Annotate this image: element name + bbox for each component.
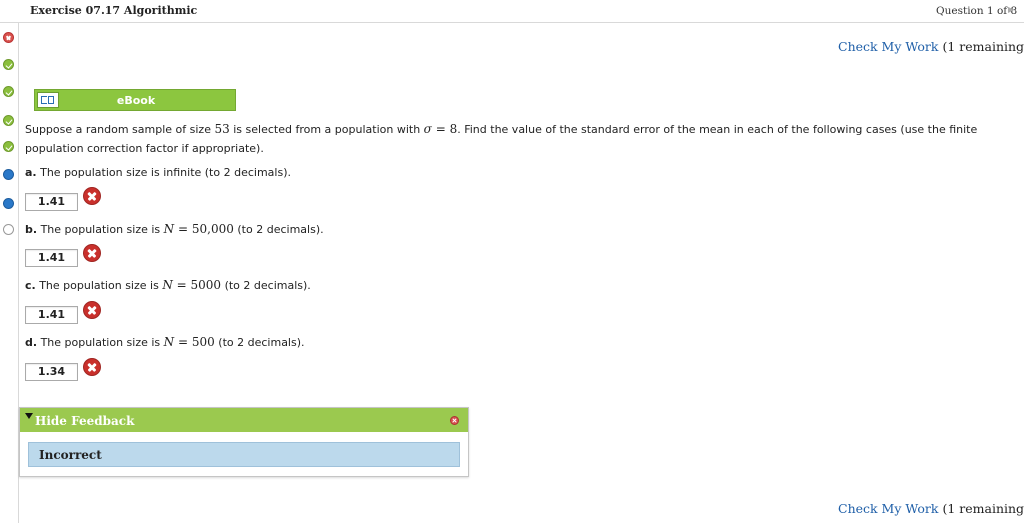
feedback-message-box: Incorrect	[28, 442, 460, 467]
incorrect-x-icon	[83, 301, 101, 319]
filled-circle-icon[interactable]	[3, 169, 14, 180]
question-intro-line1: Suppose a random sample of size 53 is se…	[25, 122, 978, 136]
part-b-answer-input[interactable]: 1.41	[25, 249, 78, 267]
ebook-button[interactable]: eBook	[34, 89, 236, 111]
sample-size: 53	[214, 122, 230, 136]
next-question-arrow-icon[interactable]: ▶	[1008, 5, 1014, 14]
sigma-symbol: σ	[423, 122, 432, 136]
ebook-label: eBook	[116, 94, 156, 107]
check-my-work-link[interactable]: Check My Work	[838, 39, 938, 54]
feedback-message: Incorrect	[39, 448, 102, 462]
question-nav-rail	[0, 23, 19, 523]
check-my-work-bottom: Check My Work (1 remaining)	[838, 501, 1024, 516]
empty-circle-icon[interactable]	[3, 224, 14, 235]
part-a-prompt: a. The population size is infinite (to 2…	[25, 166, 291, 179]
part-d-answer-input[interactable]: 1.34	[25, 363, 78, 381]
feedback-panel: Hide Feedback Incorrect	[19, 407, 469, 477]
part-c-prompt: c. The population size is N = 5000 (to 2…	[25, 278, 311, 292]
incorrect-x-icon	[83, 358, 101, 376]
question-intro: Suppose a random sample of size 53 is se…	[25, 120, 1015, 158]
hide-feedback-toggle[interactable]: Hide Feedback	[35, 414, 134, 428]
check-circle-icon[interactable]	[3, 115, 14, 126]
exercise-title: Exercise 07.17 Algorithmic	[30, 4, 198, 17]
question-intro-line2: population correction factor if appropri…	[25, 142, 264, 155]
check-circle-icon[interactable]	[3, 86, 14, 97]
incorrect-x-icon	[83, 244, 101, 262]
part-a-answer-input[interactable]: 1.41	[25, 193, 78, 211]
filled-circle-icon[interactable]	[3, 198, 14, 209]
part-b-prompt: b. The population size is N = 50,000 (to…	[25, 222, 324, 236]
check-my-work-top: Check My Work (1 remaining)	[838, 39, 1024, 54]
x-circle-icon[interactable]	[3, 32, 14, 43]
feedback-header[interactable]: Hide Feedback	[20, 408, 468, 432]
check-circle-icon[interactable]	[3, 59, 14, 70]
check-remaining-count: (1 remaining)	[942, 39, 1024, 54]
check-remaining-count: (1 remaining)	[942, 501, 1024, 516]
part-d-prompt: d. The population size is N = 500 (to 2 …	[25, 335, 305, 349]
incorrect-x-icon	[83, 187, 101, 205]
title-bar: Exercise 07.17 Algorithmic Question 1 of…	[0, 0, 1024, 23]
question-counter: Question 1 of 8	[936, 5, 1018, 17]
collapse-triangle-icon[interactable]	[25, 413, 33, 419]
part-c-answer-input[interactable]: 1.41	[25, 306, 78, 324]
check-circle-icon[interactable]	[3, 141, 14, 152]
close-icon[interactable]	[450, 416, 459, 425]
check-my-work-link[interactable]: Check My Work	[838, 501, 938, 516]
